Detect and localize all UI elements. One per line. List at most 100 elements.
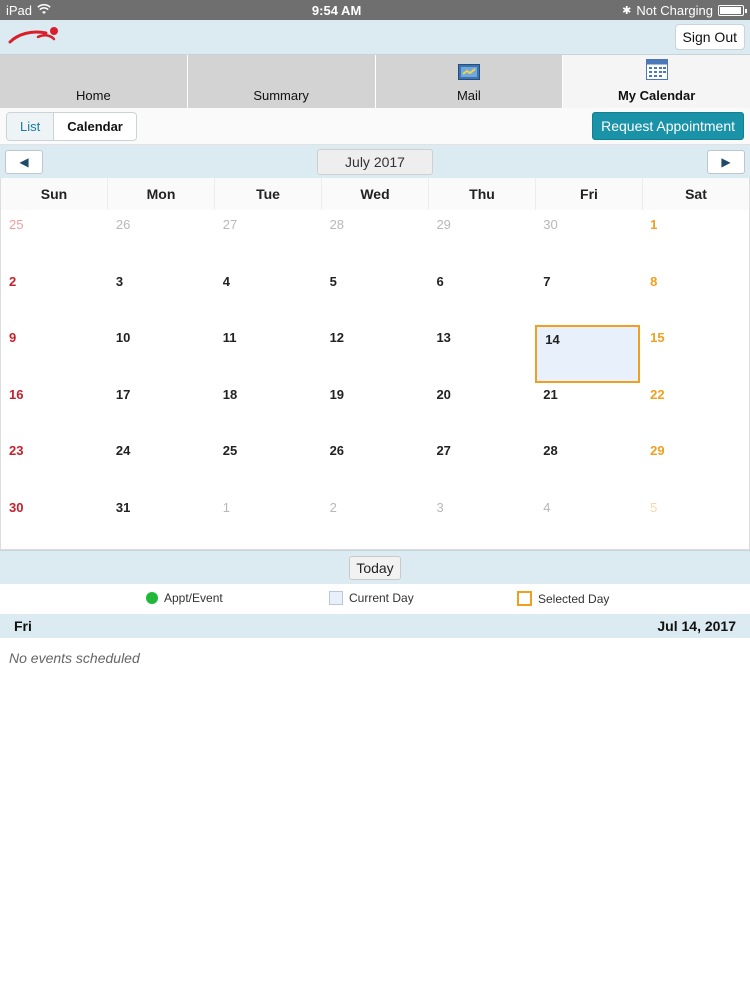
triangle-left-icon: ◀ — [19, 154, 29, 169]
day-detail-header: Fri Jul 14, 2017 — [0, 614, 750, 638]
calendar-day-number: 16 — [9, 386, 24, 402]
today-bar: Today — [0, 550, 750, 584]
calendar-day-cell[interactable]: 1 — [642, 210, 749, 267]
calendar-day-cell[interactable]: 28 — [322, 210, 429, 267]
view-toggle: List Calendar — [6, 111, 137, 141]
mail-icon — [457, 64, 480, 83]
calendar-day-cell[interactable]: 3 — [108, 267, 215, 324]
calendar-day-cell[interactable]: 8 — [642, 267, 749, 324]
calendar-day-cell[interactable]: 29 — [642, 436, 749, 493]
calendar-day-cell[interactable]: 27 — [428, 436, 535, 493]
calendar-day-cell[interactable]: 29 — [428, 210, 535, 267]
calendar-day-cell[interactable]: 15 — [642, 323, 749, 380]
view-toolbar: List Calendar Request Appointment — [0, 108, 750, 145]
legend-appt: Appt/Event — [146, 591, 223, 605]
next-month-button[interactable]: ▶ — [707, 149, 745, 174]
calendar-day-number: 15 — [650, 330, 665, 345]
calendar-day-cell[interactable]: 19 — [322, 380, 429, 437]
tab-mail[interactable]: Mail — [375, 55, 564, 108]
calendar-day-number: 26 — [329, 443, 345, 458]
calendar-day-cell[interactable]: 7 — [535, 267, 642, 324]
request-appointment-button[interactable]: Request Appointment — [592, 112, 744, 140]
calendar-day-cell[interactable]: 17 — [108, 380, 215, 437]
calendar-day-cell[interactable]: 10 — [108, 323, 215, 380]
prev-month-button[interactable]: ◀ — [5, 149, 43, 174]
calendar-day-cell[interactable]: 26 — [322, 436, 429, 493]
calendar-day-cell[interactable]: 28 — [535, 436, 642, 493]
tab-my-calendar[interactable]: My Calendar — [563, 55, 750, 108]
calendar-day-cell[interactable]: 12 — [322, 323, 429, 380]
day-detail-weekday: Fri — [14, 618, 32, 634]
calendar-day-number: 29 — [650, 443, 665, 458]
calendar-day-cell[interactable]: 13 — [428, 323, 535, 380]
legend-selected-day: Selected Day — [517, 591, 609, 606]
calendar-day-cell[interactable]: 2 — [322, 493, 429, 550]
calendar-day-number: 4 — [543, 499, 551, 515]
calendar-day-number: 30 — [9, 499, 24, 515]
status-bar-right: ✱ Not Charging — [622, 2, 747, 18]
charging-status: Not Charging — [636, 2, 713, 18]
calendar-day-cell[interactable]: 30 — [535, 210, 642, 267]
calendar-day-cell[interactable]: 2 — [1, 267, 108, 324]
tab-home[interactable]: Home — [0, 55, 188, 108]
nav-tabs: Home Summary Mail My Calendar — [0, 54, 750, 108]
calendar-day-number: 5 — [329, 273, 337, 289]
day-detail-date: Jul 14, 2017 — [657, 618, 736, 634]
app-header: Sign Out — [0, 20, 750, 54]
calendar-day-number: 6 — [436, 273, 444, 289]
weekday-sun: Sun — [1, 178, 108, 210]
month-navigation: ◀ July 2017 ▶ — [0, 145, 750, 178]
calendar-day-cell[interactable]: 22 — [642, 380, 749, 437]
calendar-day-cell[interactable]: 5 — [642, 493, 749, 550]
current-day-swatch-icon — [329, 591, 343, 605]
weekday-wed: Wed — [322, 178, 429, 210]
calendar-view-button[interactable]: Calendar — [54, 112, 136, 140]
calendar-day-cell[interactable]: 25 — [1, 210, 108, 267]
calendar-day-cell[interactable]: 26 — [108, 210, 215, 267]
calendar-day-number: 25 — [222, 443, 238, 458]
calendar-day-number: 17 — [115, 386, 131, 402]
calendar-day-cell[interactable]: 3 — [428, 493, 535, 550]
list-view-button[interactable]: List — [7, 112, 55, 140]
calendar-legend: Appt/Event Current Day Selected Day — [0, 584, 750, 614]
calendar-day-cell[interactable]: 11 — [215, 323, 322, 380]
calendar-day-cell[interactable]: 1 — [215, 493, 322, 550]
weekday-thu: Thu — [429, 178, 536, 210]
calendar-day-cell[interactable]: 23 — [1, 436, 108, 493]
calendar-day-number: 8 — [650, 273, 658, 289]
legend-current-day: Current Day — [329, 591, 414, 605]
sign-out-button[interactable]: Sign Out — [674, 24, 745, 50]
device-name: iPad — [6, 2, 33, 18]
calendar-day-cell[interactable]: 24 — [108, 436, 215, 493]
month-label: July 2017 — [317, 148, 433, 175]
today-button[interactable]: Today — [349, 555, 401, 580]
tab-summary[interactable]: Summary — [187, 55, 376, 108]
weekday-mon: Mon — [108, 178, 215, 210]
calendar-day-cell[interactable]: 20 — [428, 380, 535, 437]
calendar-day-number: 26 — [115, 217, 131, 232]
weekday-tue: Tue — [215, 178, 322, 210]
calendar-day-cell[interactable]: 4 — [535, 493, 642, 550]
event-dot-icon — [146, 592, 158, 604]
calendar-day-cell[interactable]: 25 — [215, 436, 322, 493]
calendar-day-number: 14 — [545, 332, 560, 347]
calendar-day-cell[interactable]: 27 — [215, 210, 322, 267]
calendar-day-cell[interactable]: 18 — [215, 380, 322, 437]
calendar-icon — [645, 58, 668, 83]
calendar-day-cell[interactable]: 6 — [428, 267, 535, 324]
calendar-day-cell[interactable]: 30 — [1, 493, 108, 550]
battery-fill — [719, 6, 741, 14]
calendar-day-number: 31 — [115, 499, 131, 515]
triangle-right-icon: ▶ — [721, 154, 731, 169]
calendar-day-cell[interactable]: 4 — [215, 267, 322, 324]
weekday-sat: Sat — [685, 186, 707, 202]
calendar-day-cell[interactable]: 21 — [535, 380, 642, 437]
calendar-day-number: 2 — [9, 273, 17, 289]
calendar-day-cell[interactable]: 16 — [1, 380, 108, 437]
calendar-day-cell[interactable]: 9 — [1, 323, 108, 380]
calendar-day-cell[interactable]: 31 — [108, 493, 215, 550]
calendar-day-cell[interactable]: 14 — [535, 323, 642, 382]
calendar-day-number: 7 — [543, 273, 551, 289]
calendar-day-cell[interactable]: 5 — [322, 267, 429, 324]
calendar-day-number: 20 — [436, 386, 451, 402]
